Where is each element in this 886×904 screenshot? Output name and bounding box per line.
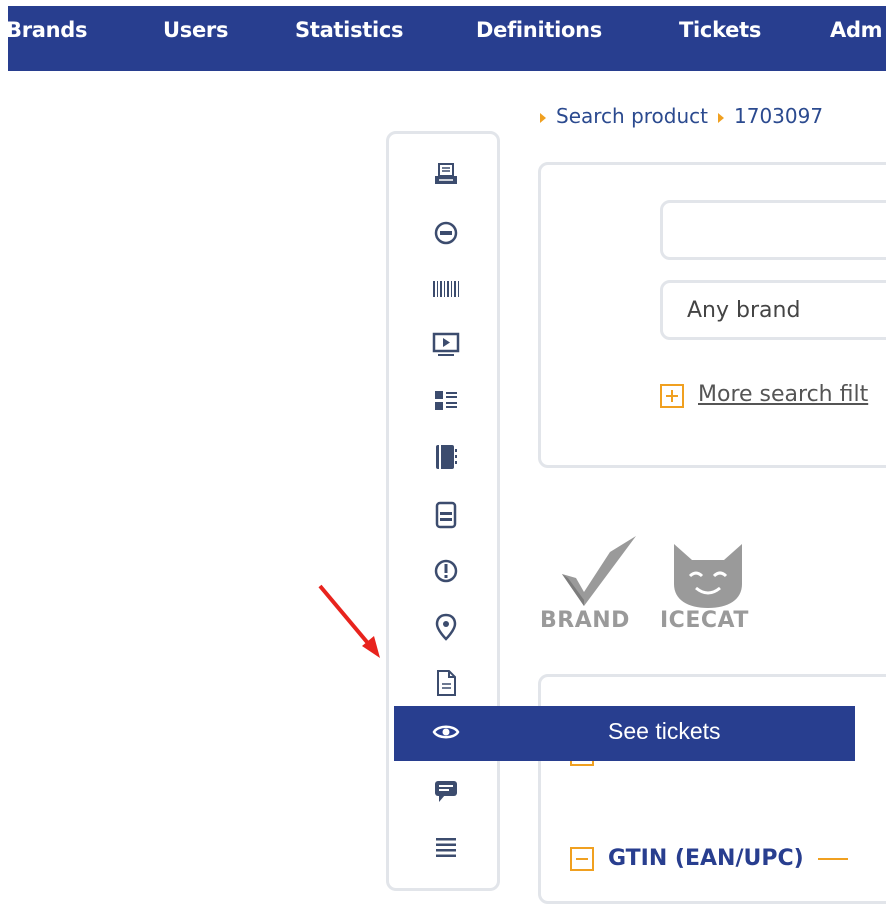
see-tickets-label: See tickets xyxy=(608,718,721,744)
icecat-cat-icon xyxy=(674,544,742,608)
nav-users[interactable]: Users xyxy=(163,18,228,42)
menu-icon[interactable] xyxy=(429,830,463,864)
printer-icon[interactable] xyxy=(429,158,463,192)
nav-definitions[interactable]: Definitions xyxy=(476,18,602,42)
plus-box-icon xyxy=(660,384,684,408)
breadcrumb-product-id[interactable]: 1703097 xyxy=(734,104,823,128)
brand-logo-label: BRAND xyxy=(540,608,630,633)
warning-icon[interactable] xyxy=(429,554,463,588)
search-input[interactable] xyxy=(660,200,886,260)
video-icon[interactable] xyxy=(429,328,463,362)
more-search-filters-label: More search filt xyxy=(698,382,869,407)
breadcrumb-arrow-icon xyxy=(540,112,546,123)
chat-icon[interactable] xyxy=(429,774,463,808)
collapse-icon xyxy=(570,846,594,871)
eye-icon[interactable] xyxy=(432,722,460,742)
red-arrow-icon xyxy=(318,584,380,658)
section-gtin[interactable]: GTIN (EAN/UPC) xyxy=(570,846,848,871)
list-icon[interactable] xyxy=(429,384,463,418)
storage-icon[interactable] xyxy=(429,498,463,532)
location-pin-icon[interactable] xyxy=(429,610,463,644)
nav-brands[interactable]: Brands xyxy=(8,18,88,42)
breadcrumb: Search product 1703097 xyxy=(540,104,823,128)
icecat-logo-label: ICECAT xyxy=(660,608,749,633)
breadcrumb-arrow-icon xyxy=(718,112,724,123)
nav-admin[interactable]: Adm xyxy=(830,18,883,42)
breadcrumb-search-product[interactable]: Search product xyxy=(556,104,708,128)
section-gtin-title: GTIN (EAN/UPC) xyxy=(608,846,804,871)
minus-circle-icon[interactable] xyxy=(429,216,463,250)
side-toolbar xyxy=(386,131,500,891)
brand-select[interactable]: Any brand xyxy=(660,280,886,340)
nav-tickets[interactable]: Tickets xyxy=(679,18,761,42)
document-icon[interactable] xyxy=(429,666,463,700)
top-navigation: Brands Users Statistics Definitions Tick… xyxy=(8,6,886,71)
see-tickets-tooltip[interactable]: See tickets xyxy=(394,706,855,761)
more-search-filters-link[interactable]: More search filt xyxy=(660,382,868,408)
barcode-icon[interactable] xyxy=(429,272,463,306)
section-divider xyxy=(817,857,848,860)
nav-statistics[interactable]: Statistics xyxy=(295,18,404,42)
book-icon[interactable] xyxy=(429,440,463,474)
